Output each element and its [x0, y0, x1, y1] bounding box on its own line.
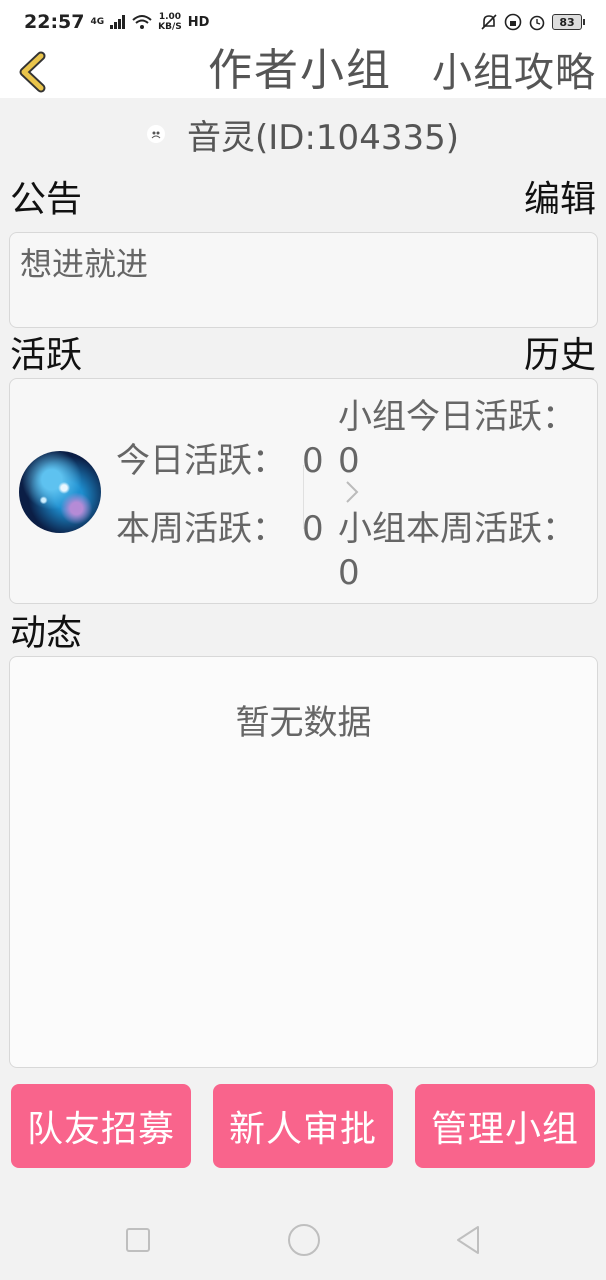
notice-heading: 公告 [10, 179, 83, 220]
week-activity-value: 0 [302, 509, 324, 549]
activity-card[interactable]: 今日活跃： 0 本周活跃： 0 小组今日活跃： 0 小组本周活跃： 0 [9, 378, 598, 604]
network-speed: 1.00 KB/S [158, 12, 182, 32]
alarm-icon [529, 15, 545, 31]
battery-icon: 83 [552, 14, 585, 30]
avatar [19, 451, 101, 533]
empty-state-text: 暂无数据 [235, 703, 372, 743]
group-avatar-icon [147, 125, 165, 143]
back-arrow-icon[interactable] [14, 50, 50, 94]
group-today-activity-value: 0 [338, 441, 360, 481]
manage-group-button[interactable]: 管理小组 [415, 1084, 595, 1168]
recruit-button[interactable]: 队友招募 [11, 1084, 191, 1168]
today-activity-label: 今日活跃： [116, 441, 286, 481]
nav-back-icon[interactable] [454, 1224, 482, 1256]
wifi-icon [132, 15, 152, 29]
notice-card[interactable]: 想进就进 [9, 232, 598, 328]
page-title: 作者小组 [208, 45, 392, 96]
status-right: 83 [480, 13, 585, 31]
speed-value: 1.00 [158, 12, 182, 22]
system-nav-bar [0, 1200, 606, 1280]
chevron-right-icon[interactable] [344, 479, 360, 505]
feed-card: 暂无数据 [9, 656, 598, 1068]
recent-apps-icon[interactable] [126, 1228, 150, 1252]
week-activity-label: 本周活跃： [116, 509, 286, 549]
group-guide-button[interactable]: 小组攻略 [432, 48, 596, 98]
group-today-activity-label: 小组今日活跃： [338, 397, 576, 437]
today-activity-value: 0 [302, 441, 324, 481]
status-bar: 22:57 4G 1.00 KB/S HD 83 [0, 0, 606, 44]
history-button[interactable]: 历史 [524, 336, 596, 376]
activity-divider [303, 465, 304, 529]
lock-rotation-icon [504, 13, 522, 31]
status-time: 22:57 [24, 11, 85, 33]
edit-notice-button[interactable]: 编辑 [524, 180, 596, 220]
status-left: 22:57 4G 1.00 KB/S HD [24, 11, 209, 33]
group-name: 音灵(ID:104335) [187, 117, 459, 158]
app-header: 作者小组 小组攻略 [0, 44, 606, 98]
notice-text: 想进就进 [20, 245, 149, 283]
group-week-activity-label: 小组本周活跃： [338, 509, 576, 549]
mute-bell-icon [481, 14, 497, 30]
approve-members-button[interactable]: 新人审批 [213, 1084, 393, 1168]
group-info: 音灵(ID:104335) [0, 108, 606, 160]
network-type: 4G [90, 16, 105, 27]
activity-heading: 活跃 [10, 335, 83, 376]
signal-icon [110, 15, 126, 29]
feed-heading: 动态 [10, 613, 83, 654]
group-week-activity-value: 0 [338, 553, 360, 593]
speed-unit: KB/S [158, 22, 182, 32]
hd-indicator: HD [187, 14, 210, 30]
home-icon[interactable] [288, 1224, 320, 1256]
